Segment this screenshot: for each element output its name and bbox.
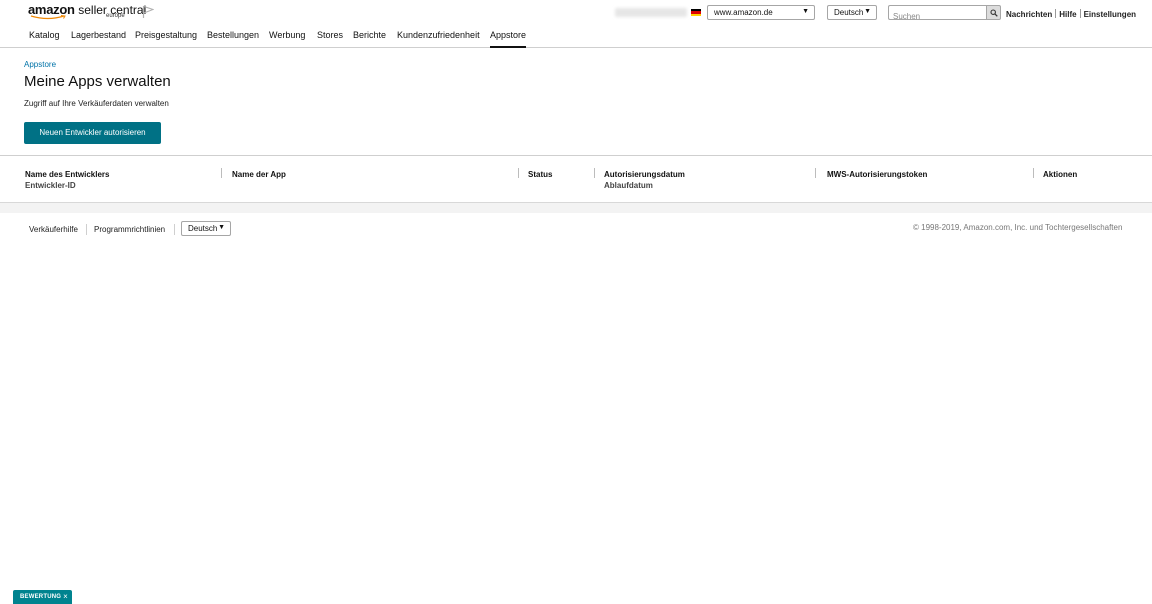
settings-link[interactable]: Einstellungen [1084, 10, 1136, 19]
column-sublabel: Ablaufdatum [604, 181, 653, 190]
column-sublabel: Entwickler-ID [25, 181, 76, 190]
flag-icon[interactable] [142, 5, 154, 18]
column-divider [221, 168, 222, 178]
nav-item-lagerbestand[interactable]: Lagerbestand [71, 30, 126, 47]
search-field-wrapper [888, 5, 987, 23]
close-icon[interactable]: × [63, 592, 68, 601]
footer-language-value: Deutsch [188, 224, 218, 233]
marketplace-select[interactable]: www.amazon.de ▼ [707, 5, 815, 20]
column-header-developer[interactable]: Name des Entwicklers Entwickler-ID [25, 169, 109, 191]
footer-link-program-policies[interactable]: Programmrichtlinien [94, 225, 165, 234]
column-divider [1033, 168, 1034, 178]
search-button[interactable] [986, 5, 1001, 20]
feedback-tab[interactable]: BEWERTUNG × [13, 590, 72, 604]
nav-item-bestellungen[interactable]: Bestellungen [207, 30, 259, 47]
column-label: MWS-Autorisierungstoken [827, 170, 928, 179]
nav-item-werbung[interactable]: Werbung [269, 30, 305, 47]
messages-link[interactable]: Nachrichten [1006, 10, 1052, 19]
account-name[interactable]: seller-account-eu [615, 8, 687, 17]
seller-central-logo[interactable]: amazon seller central europe [28, 2, 146, 20]
search-icon [990, 9, 998, 17]
nav-item-katalog[interactable]: Katalog [29, 30, 60, 47]
germany-flag-icon [691, 9, 701, 16]
amazon-smile-icon [30, 15, 66, 20]
column-label: Aktionen [1043, 170, 1078, 179]
nav-item-preisgestaltung[interactable]: Preisgestaltung [135, 30, 197, 47]
dropdown-arrow-icon: ▼ [218, 224, 225, 231]
footer-divider [86, 224, 87, 235]
dropdown-arrow-icon: ▼ [864, 8, 871, 15]
footer-link-seller-help[interactable]: Verkäuferhilfe [29, 225, 78, 234]
column-divider [594, 168, 595, 178]
authorize-developer-button[interactable]: Neuen Entwickler autorisieren [24, 122, 161, 144]
column-divider [815, 168, 816, 178]
top-links: Nachrichten Hilfe Einstellungen [1006, 9, 1136, 19]
nav-item-stores[interactable]: Stores [317, 30, 343, 47]
breadcrumb[interactable]: Appstore [24, 60, 56, 69]
footer-language-select[interactable]: Deutsch ▼ [181, 221, 231, 236]
main-nav: Katalog Lagerbestand Preisgestaltung Bes… [0, 28, 1152, 48]
apps-table: Name des Entwicklers Entwickler-ID Name … [0, 155, 1152, 213]
page-subtitle: Zugriff auf Ihre Verkäuferdaten verwalte… [24, 99, 169, 108]
column-header-actions: Aktionen [1043, 169, 1077, 180]
nav-item-kundenzufriedenheit[interactable]: Kundenzufriedenheit [397, 30, 480, 47]
column-header-mws-token[interactable]: MWS-Autorisierungstoken [827, 169, 927, 180]
column-label: Status [528, 170, 553, 179]
column-label: Autorisierungsdatum [604, 170, 685, 179]
column-header-authorization-date[interactable]: Autorisierungsdatum Ablaufdatum [604, 169, 685, 191]
nav-item-appstore[interactable]: Appstore [490, 30, 527, 48]
divider [1079, 9, 1081, 18]
column-label: Name des Entwicklers [25, 170, 110, 179]
language-select[interactable]: Deutsch ▼ [827, 5, 877, 20]
top-bar: amazon seller central europe seller-acco… [0, 0, 1152, 24]
logo-region: europe [106, 13, 125, 19]
feedback-label: BEWERTUNG [20, 594, 62, 600]
copyright: © 1998-2019, Amazon.com, Inc. und Tochte… [913, 223, 1123, 232]
column-header-app-name[interactable]: Name der App [232, 169, 286, 180]
help-link[interactable]: Hilfe [1059, 10, 1076, 19]
page-title: Meine Apps verwalten [24, 73, 171, 90]
dropdown-arrow-icon: ▼ [802, 8, 809, 15]
column-divider [518, 168, 519, 178]
marketplace-value: www.amazon.de [714, 8, 773, 17]
footer-divider [174, 224, 175, 235]
column-label: Name der App [232, 170, 286, 179]
language-value: Deutsch [834, 8, 864, 17]
divider [1055, 9, 1057, 18]
column-header-status[interactable]: Status [528, 169, 552, 180]
search-input[interactable] [889, 10, 984, 23]
table-empty-row [0, 202, 1152, 213]
nav-item-berichte[interactable]: Berichte [353, 30, 386, 47]
